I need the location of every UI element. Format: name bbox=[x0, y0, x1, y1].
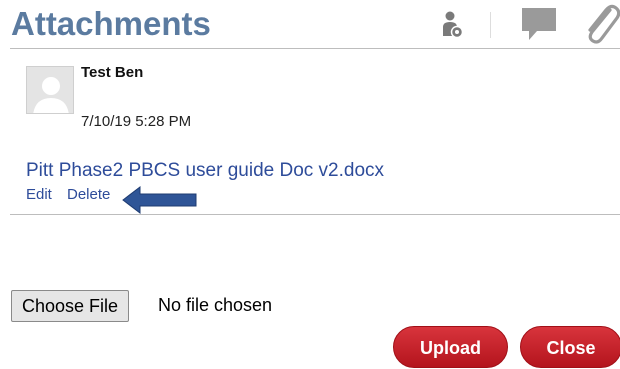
avatar bbox=[26, 66, 74, 114]
comment-icon[interactable] bbox=[519, 5, 559, 43]
attachment-author: Test Ben bbox=[81, 64, 144, 81]
attachment-file-link[interactable]: Pitt Phase2 PBCS user guide Doc v2.docx bbox=[26, 160, 384, 182]
attachments-header: Attachments bbox=[0, 0, 620, 48]
user-settings-icon[interactable] bbox=[442, 10, 464, 40]
edit-link[interactable]: Edit bbox=[26, 186, 52, 203]
paperclip-icon[interactable] bbox=[580, 2, 620, 46]
attachment-timestamp: 7/10/19 5:28 PM bbox=[81, 113, 192, 130]
delete-link[interactable]: Delete bbox=[67, 186, 110, 203]
choose-file-button[interactable]: Choose File bbox=[11, 290, 130, 322]
header-divider bbox=[490, 12, 491, 38]
page-title: Attachments bbox=[11, 5, 211, 42]
pointer-arrow-icon bbox=[122, 185, 197, 215]
section-divider bbox=[10, 214, 620, 215]
header-divider-line bbox=[10, 48, 620, 49]
no-file-chosen-text: No file chosen bbox=[158, 295, 273, 315]
upload-button[interactable]: Upload bbox=[393, 326, 508, 368]
default-avatar-icon bbox=[27, 67, 73, 113]
close-button[interactable]: Close bbox=[520, 326, 620, 368]
